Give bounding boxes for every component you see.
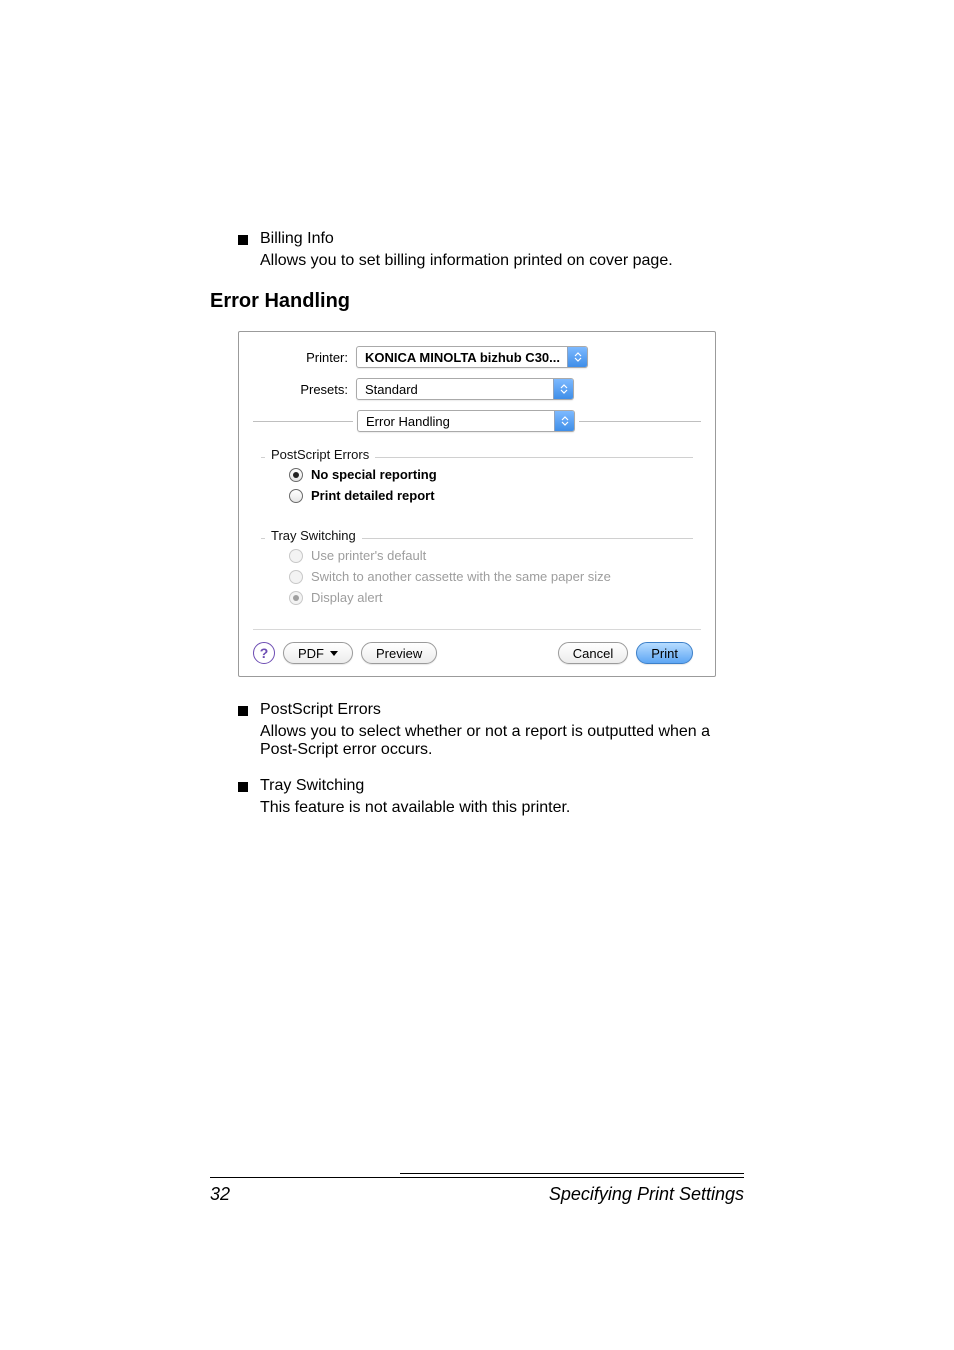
postscript-desc: Allows you to select whether or not a re… — [260, 723, 744, 759]
page-number: 32 — [210, 1184, 230, 1205]
printer-value: KONICA MINOLTA bizhub C30... — [357, 350, 567, 365]
radio-disabled-icon — [289, 549, 303, 563]
section-heading: Error Handling — [210, 290, 744, 313]
page-footer: 32 Specifying Print Settings — [210, 1173, 744, 1205]
preview-label: Preview — [376, 646, 422, 661]
billing-desc: Allows you to set billing information pr… — [260, 252, 744, 270]
square-bullet-icon — [238, 706, 248, 716]
radio-icon — [289, 489, 303, 503]
tray-bullet-row: Tray Switching — [238, 777, 744, 795]
radio-disabled-selected-icon — [289, 591, 303, 605]
radio-detailed-row[interactable]: Print detailed report — [289, 488, 693, 503]
pdf-button[interactable]: PDF — [283, 642, 353, 664]
printer-select[interactable]: KONICA MINOLTA bizhub C30... — [356, 346, 588, 368]
pane-value: Error Handling — [358, 414, 554, 429]
select-thumb-icon — [553, 379, 573, 399]
group-ps-title: PostScript Errors — [265, 447, 375, 462]
opt-printer-default: Use printer's default — [311, 548, 426, 563]
tray-switching-group: Tray Switching Use printer's default Swi… — [261, 519, 693, 621]
print-dialog: Printer: KONICA MINOLTA bizhub C30... Pr… — [238, 331, 716, 677]
print-label: Print — [651, 646, 678, 661]
presets-select[interactable]: Standard — [356, 378, 574, 400]
radio-selected-icon — [289, 468, 303, 482]
radio-no-special-row[interactable]: No special reporting — [289, 467, 693, 482]
radio-disabled-icon — [289, 570, 303, 584]
opt-display-alert: Display alert — [311, 590, 383, 605]
tray-desc: This feature is not available with this … — [260, 799, 744, 817]
square-bullet-icon — [238, 782, 248, 792]
dialog-footer: ? PDF Preview Cancel Print — [253, 629, 701, 664]
radio-display-alert-row: Display alert — [289, 590, 693, 605]
cancel-label: Cancel — [573, 646, 613, 661]
billing-bullet-row: Billing Info — [238, 230, 744, 248]
postscript-bullet-row: PostScript Errors — [238, 701, 744, 719]
printer-row: Printer: KONICA MINOLTA bizhub C30... — [253, 346, 701, 368]
preview-button[interactable]: Preview — [361, 642, 437, 664]
postscript-title: PostScript Errors — [260, 701, 381, 719]
presets-row: Presets: Standard — [253, 378, 701, 400]
group-tray-title: Tray Switching — [265, 528, 362, 543]
print-button[interactable]: Print — [636, 642, 693, 664]
square-bullet-icon — [238, 235, 248, 245]
postscript-errors-group: PostScript Errors No special reporting P… — [261, 438, 693, 519]
pane-divider: Error Handling — [253, 410, 701, 432]
select-thumb-icon — [567, 347, 587, 367]
page-title: Specifying Print Settings — [549, 1184, 744, 1205]
select-thumb-icon — [554, 411, 574, 431]
cancel-button[interactable]: Cancel — [558, 642, 628, 664]
help-icon[interactable]: ? — [253, 642, 275, 664]
billing-title: Billing Info — [260, 230, 334, 248]
printer-label: Printer: — [253, 350, 348, 365]
chevron-down-icon — [330, 651, 338, 656]
radio-printer-default-row: Use printer's default — [289, 548, 693, 563]
tray-title: Tray Switching — [260, 777, 364, 795]
radio-switch-cassette-row: Switch to another cassette with the same… — [289, 569, 693, 584]
pane-select[interactable]: Error Handling — [357, 410, 575, 432]
opt-no-special: No special reporting — [311, 467, 437, 482]
opt-detailed: Print detailed report — [311, 488, 435, 503]
presets-value: Standard — [357, 382, 553, 397]
pdf-label: PDF — [298, 646, 324, 661]
opt-switch-cassette: Switch to another cassette with the same… — [311, 569, 611, 584]
presets-label: Presets: — [253, 382, 348, 397]
